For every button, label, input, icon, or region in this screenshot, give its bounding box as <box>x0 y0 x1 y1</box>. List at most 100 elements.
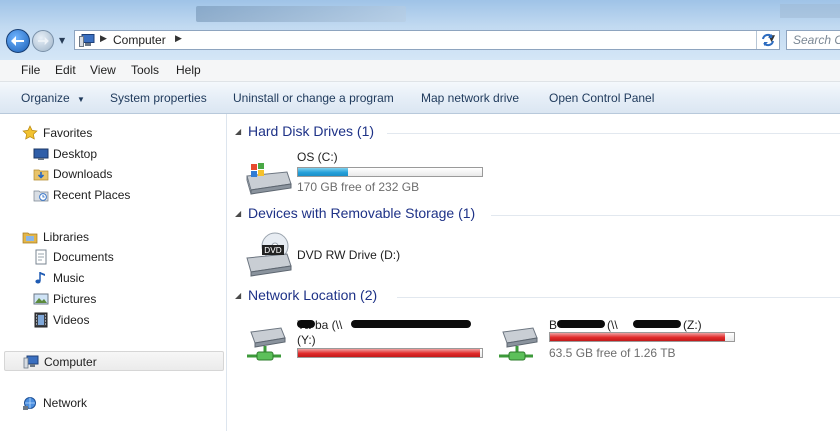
drive-name-mid: ba (\\ <box>315 318 343 332</box>
drive-name: OS (C:) <box>297 150 338 164</box>
drive-z[interactable]: B (\\ (Z:) 63.5 GB free of 1.26 TB <box>495 314 745 362</box>
command-bar: Organize ▼ System properties Uninstall o… <box>0 82 840 114</box>
back-arrow-icon <box>11 36 24 46</box>
drive-name-mid: (\\ <box>607 318 618 332</box>
drive-free-space: 63.5 GB free of 1.26 TB <box>549 346 676 360</box>
chevron-down-icon: ▼ <box>77 95 85 104</box>
drive-name: DVD RW Drive (D:) <box>297 248 401 262</box>
group-network-location[interactable]: ◢ Network Location (2) <box>227 287 840 307</box>
drive-y[interactable]: Ya ba (\\ (Y:) <box>243 314 493 362</box>
group-divider <box>397 297 840 298</box>
nav-recent-places-label: Recent Places <box>53 188 131 202</box>
system-properties-button[interactable]: System properties <box>110 91 207 105</box>
navigation-pane[interactable]: Favorites Desktop Downloads Recent Place… <box>0 114 227 431</box>
nav-recent-places[interactable]: Recent Places <box>0 185 226 205</box>
drive-free-space: 170 GB free of 232 GB <box>297 180 420 194</box>
breadcrumb-separator-icon[interactable]: ▶ <box>100 34 107 44</box>
drive-letter: (Z:) <box>683 318 702 332</box>
recent-pages-dropdown-icon[interactable]: ▼ <box>59 36 69 46</box>
documents-icon <box>35 249 47 265</box>
drive-c[interactable]: OS (C:) 170 GB free of 232 GB <box>243 150 493 195</box>
nav-desktop[interactable]: Desktop <box>0 144 226 164</box>
computer-icon <box>79 34 95 47</box>
redaction-scribble <box>633 320 681 328</box>
recent-places-icon <box>33 190 49 202</box>
menu-help[interactable]: Help <box>176 63 201 77</box>
nav-pictures-label: Pictures <box>53 292 97 306</box>
menu-edit[interactable]: Edit <box>55 63 76 77</box>
drive-usage-bar <box>549 332 735 342</box>
computer-icon <box>23 355 39 369</box>
breadcrumb-computer[interactable]: Computer <box>113 33 166 47</box>
window-controls[interactable] <box>780 4 840 18</box>
nav-music-label: Music <box>53 271 85 285</box>
network-drive-icon <box>247 327 286 361</box>
menu-tools[interactable]: Tools <box>131 63 159 77</box>
nav-videos[interactable]: Videos <box>0 310 226 330</box>
group-hard-disk-drives[interactable]: ◢ Hard Disk Drives (1) <box>227 123 840 143</box>
group-title: Devices with Removable Storage (1) <box>248 205 476 221</box>
drive-usage-fill <box>550 333 725 341</box>
nav-computer-label: Computer <box>44 355 97 369</box>
libraries-icon <box>22 232 38 244</box>
redaction-scribble <box>297 320 315 328</box>
nav-downloads-label: Downloads <box>53 167 113 181</box>
nav-pictures[interactable]: Pictures <box>0 289 226 309</box>
group-divider <box>491 215 840 216</box>
group-title: Hard Disk Drives (1) <box>248 123 375 139</box>
collapse-arrow-icon[interactable]: ◢ <box>235 291 241 300</box>
nav-network-label: Network <box>43 396 88 410</box>
nav-desktop-label: Desktop <box>53 147 98 161</box>
collapse-arrow-icon[interactable]: ◢ <box>235 209 241 218</box>
nav-documents[interactable]: Documents <box>0 247 226 267</box>
drive-name-start: B <box>549 318 558 332</box>
network-icon <box>23 397 36 410</box>
group-removable-storage[interactable]: ◢ Devices with Removable Storage (1) <box>227 205 840 225</box>
nav-libraries-label: Libraries <box>43 230 90 244</box>
menu-view[interactable]: View <box>90 63 116 77</box>
collapse-arrow-icon[interactable]: ◢ <box>235 127 241 136</box>
hard-drive-windows-icon <box>246 163 292 195</box>
organize-label: Organize <box>21 91 70 105</box>
open-control-panel-button[interactable]: Open Control Panel <box>549 91 654 105</box>
blurred-window-title <box>196 6 406 22</box>
dvd-drive-icon: DVD <box>246 232 292 277</box>
group-divider <box>387 133 840 134</box>
drive-usage-fill <box>298 168 348 176</box>
nav-computer[interactable]: Computer <box>4 351 224 371</box>
map-network-drive-button[interactable]: Map network drive <box>421 91 519 105</box>
nav-favorites-label: Favorites <box>43 126 93 140</box>
redaction-scribble <box>557 320 605 328</box>
drive-letter: (Y:) <box>297 333 316 347</box>
drive-usage-bar <box>297 167 483 177</box>
breadcrumb-separator-icon[interactable]: ▶ <box>175 34 182 44</box>
refresh-button[interactable] <box>756 31 778 49</box>
music-icon <box>35 272 45 284</box>
content-pane[interactable]: ◢ Hard Disk Drives (1) OS (C:) 170 GB fr… <box>227 114 840 431</box>
nav-libraries[interactable]: Libraries <box>0 227 226 247</box>
nav-music[interactable]: Music <box>0 268 226 288</box>
search-input[interactable]: Search C <box>786 30 840 50</box>
back-button[interactable] <box>6 29 30 53</box>
drive-d[interactable]: DVD DVD RW Drive (D:) <box>243 232 443 280</box>
pictures-icon <box>33 293 49 305</box>
refresh-icon <box>761 33 774 47</box>
nav-downloads[interactable]: Downloads <box>0 164 226 184</box>
address-bar[interactable]: ▶ Computer ▶ ▼ <box>74 30 780 50</box>
star-icon <box>22 125 38 140</box>
nav-favorites[interactable]: Favorites <box>0 123 226 143</box>
uninstall-program-button[interactable]: Uninstall or change a program <box>233 91 394 105</box>
network-drive-icon <box>499 327 538 361</box>
downloads-folder-icon <box>33 169 49 181</box>
organize-button[interactable]: Organize ▼ <box>21 91 85 105</box>
group-title: Network Location (2) <box>248 287 378 303</box>
forward-arrow-icon <box>38 36 49 46</box>
nav-videos-label: Videos <box>53 313 90 327</box>
menu-file[interactable]: File <box>21 63 40 77</box>
forward-button[interactable] <box>32 30 54 52</box>
nav-documents-label: Documents <box>53 250 114 264</box>
drive-usage-fill <box>298 349 481 357</box>
videos-icon <box>34 312 48 328</box>
nav-network[interactable]: Network <box>0 393 226 413</box>
drive-usage-bar <box>297 348 483 358</box>
